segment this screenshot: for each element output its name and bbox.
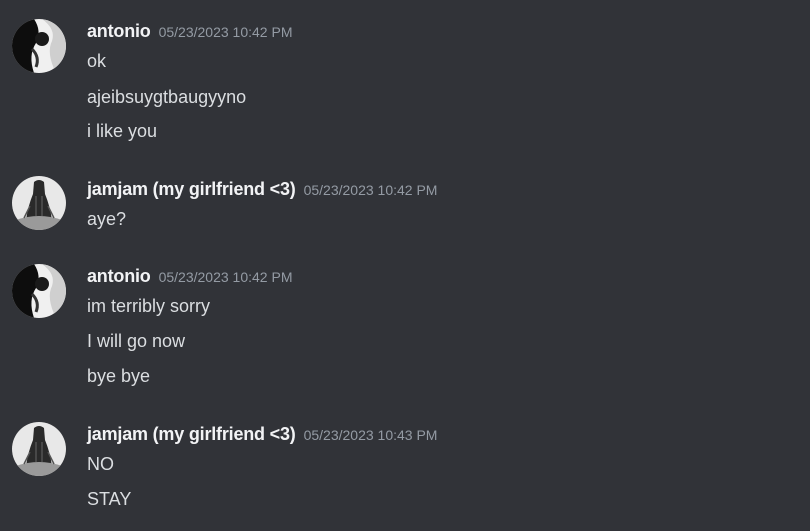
timestamp[interactable]: 05/23/2023 10:42 PM [159,269,293,285]
avatar-image-icon [12,264,66,318]
message-text: I will go now [87,331,186,351]
message-text: aye? [87,209,127,229]
message-header: jamjam (my girlfriend <3) 05/23/2023 10:4… [87,423,437,447]
timestamp[interactable]: 05/23/2023 10:42 PM [304,182,438,198]
avatar[interactable] [12,264,66,318]
username[interactable]: jamjam (my girlfriend <3) [87,424,296,444]
message-text: ajeibsuygtbaugyyno [87,87,247,107]
avatar-image-icon [12,19,66,73]
message-text: NO [87,454,114,474]
message-text: ok [87,51,107,71]
timestamp[interactable]: 05/23/2023 10:43 PM [304,427,438,443]
message-header: antonio 05/23/2023 10:42 PM [87,265,292,289]
message-text: im terribly sorry [87,296,211,316]
message-text: i like you [87,121,158,141]
message-text: STAY [87,489,132,509]
username[interactable]: jamjam (my girlfriend <3) [87,179,296,199]
username[interactable]: antonio [87,21,151,41]
message-header: antonio 05/23/2023 10:42 PM [87,20,292,44]
message-header: jamjam (my girlfriend <3) 05/23/2023 10:4… [87,178,437,202]
avatar-image-icon [12,176,66,230]
timestamp[interactable]: 05/23/2023 10:42 PM [159,24,293,40]
message-text: bye bye [87,366,151,386]
avatar[interactable] [12,19,66,73]
avatar-image-icon [12,422,66,476]
avatar[interactable] [12,422,66,476]
avatar[interactable] [12,176,66,230]
username[interactable]: antonio [87,266,151,286]
